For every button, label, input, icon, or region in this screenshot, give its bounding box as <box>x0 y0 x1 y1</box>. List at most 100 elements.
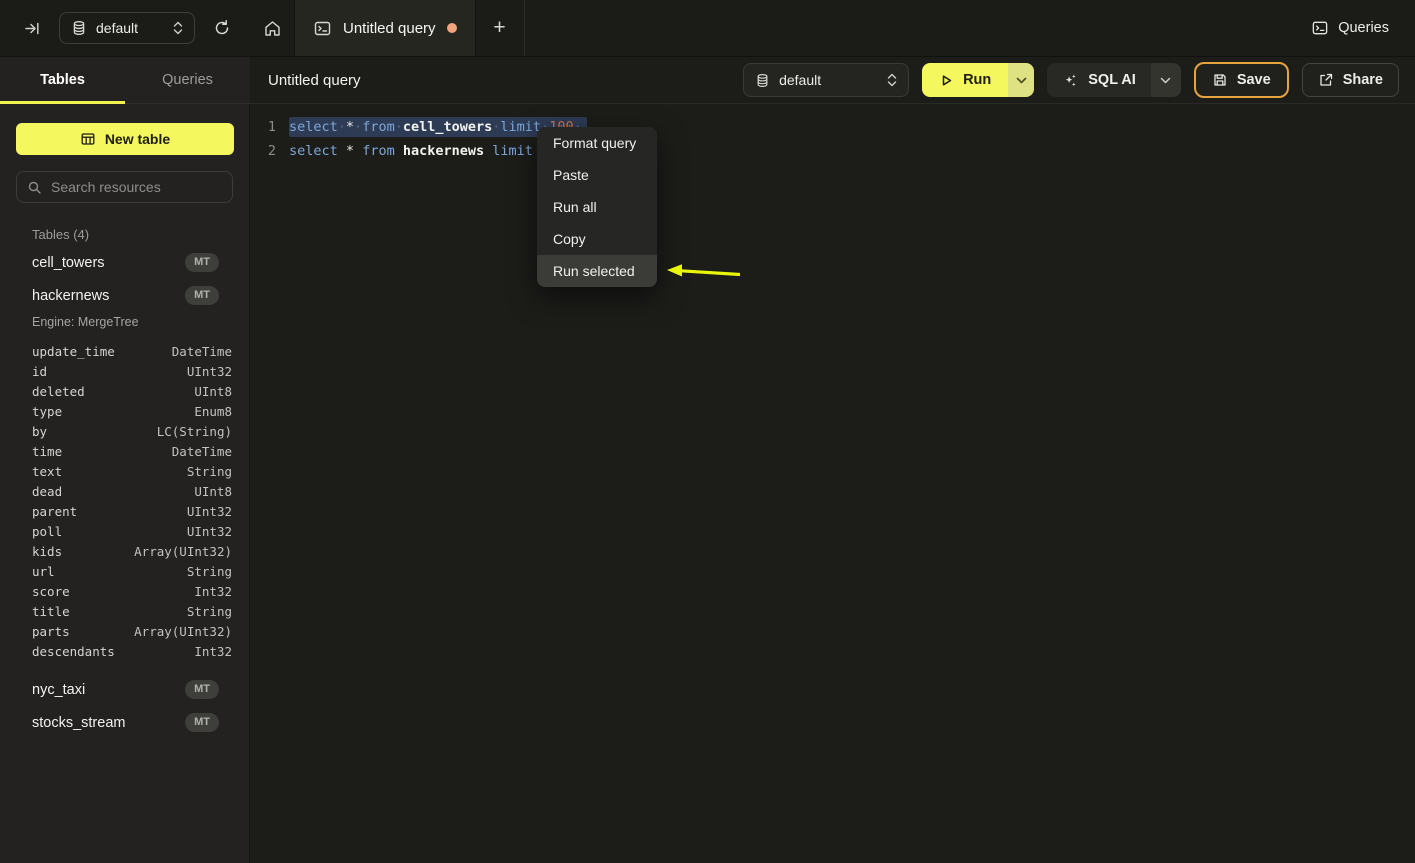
table-row[interactable]: cell_towersMT <box>0 246 249 279</box>
column-row: textString <box>0 461 249 481</box>
chevron-down-icon <box>1160 77 1171 84</box>
top-bar-left: default <box>0 0 250 56</box>
column-row: deadUInt8 <box>0 481 249 501</box>
code-token <box>395 143 403 159</box>
run-button[interactable]: Run <box>922 63 1008 97</box>
save-label: Save <box>1237 72 1271 88</box>
column-name: parent <box>32 504 77 519</box>
sidebar-tab-tables[interactable]: Tables <box>0 57 125 103</box>
database-selector-value: default <box>779 72 821 88</box>
menu-item[interactable]: Copy <box>537 223 657 255</box>
tab-title: Untitled query <box>343 20 436 37</box>
editor-toolbar: default Run <box>743 62 1399 98</box>
code-line[interactable]: 1select·*·from·cell_towers·limit·100· <box>250 115 1415 139</box>
database-selector-top[interactable]: default <box>59 12 195 44</box>
tab-untitled-query[interactable]: Untitled query <box>294 0 476 56</box>
database-selector-value: default <box>96 20 138 36</box>
external-link-icon <box>1318 72 1334 88</box>
column-name: deleted <box>32 384 85 399</box>
share-label: Share <box>1343 72 1383 88</box>
line-number: 1 <box>250 119 276 135</box>
column-name: score <box>32 584 70 599</box>
engine-badge: MT <box>185 253 219 272</box>
run-options-button[interactable] <box>1008 63 1034 97</box>
queries-terminal-icon <box>1311 19 1329 37</box>
column-row: urlString <box>0 561 249 581</box>
column-name: kids <box>32 544 62 559</box>
table-row[interactable]: stocks_streamMT <box>0 706 249 739</box>
menu-item[interactable]: Run all <box>537 191 657 223</box>
code-token: from <box>362 143 395 159</box>
updown-chevron-icon <box>173 21 183 35</box>
run-button-group: Run <box>922 63 1034 97</box>
column-row: update_timeDateTime <box>0 341 249 361</box>
column-row: timeDateTime <box>0 441 249 461</box>
refresh-button[interactable] <box>208 14 236 42</box>
context-menu: Format queryPasteRun allCopyRun selected <box>537 127 657 287</box>
tabstrip-divider <box>524 0 525 56</box>
run-label: Run <box>963 72 991 88</box>
sidebar-tab-queries-label: Queries <box>162 72 213 88</box>
code-token: cell_towers <box>403 119 492 135</box>
table-name: nyc_taxi <box>32 682 85 698</box>
column-type: String <box>187 464 232 479</box>
menu-item[interactable]: Format query <box>537 127 657 159</box>
column-name: title <box>32 604 70 619</box>
code-token: select <box>289 143 338 159</box>
column-row: by LC(String) <box>0 421 249 441</box>
search-input[interactable] <box>51 179 232 195</box>
column-type: Array(UInt32) <box>134 544 232 559</box>
column-type: DateTime <box>172 344 232 359</box>
new-tab-button[interactable]: + <box>476 0 524 56</box>
column-type: UInt32 <box>187 364 232 379</box>
column-type: UInt8 <box>194 384 232 399</box>
column-type: Int32 <box>194 584 232 599</box>
line-number: 2 <box>250 143 276 159</box>
column-type: UInt32 <box>187 504 232 519</box>
code-token: select <box>289 119 338 135</box>
menu-item[interactable]: Run selected <box>537 255 657 287</box>
sidebar-tabs: Tables Queries <box>0 57 250 104</box>
sql-editor[interactable]: 1select·*·from·cell_towers·limit·100·2se… <box>250 104 1415 863</box>
queries-button[interactable]: Queries <box>1311 0 1415 56</box>
table-name: stocks_stream <box>32 715 125 731</box>
sidebar-tab-queries[interactable]: Queries <box>125 57 250 103</box>
refresh-icon <box>213 19 231 37</box>
database-icon <box>71 20 87 36</box>
new-table-button[interactable]: New table <box>16 123 234 155</box>
new-table-label: New table <box>105 131 170 147</box>
save-button[interactable]: Save <box>1194 62 1289 98</box>
sql-ai-button[interactable]: SQL AI <box>1047 63 1151 97</box>
home-button[interactable] <box>250 0 294 56</box>
database-selector-editor[interactable]: default <box>743 63 909 97</box>
column-row: pollUInt32 <box>0 521 249 541</box>
column-type: LC(String) <box>157 424 232 439</box>
code-line[interactable]: 2select * from hackernews limit <box>250 139 1415 163</box>
sparkles-icon <box>1062 72 1079 89</box>
column-name: by <box>32 424 47 439</box>
updown-chevron-icon <box>887 73 897 87</box>
editor-header: Untitled query default <box>250 57 1415 104</box>
code-token: · <box>354 119 362 135</box>
column-name: type <box>32 404 62 419</box>
chevron-down-icon <box>1016 77 1027 84</box>
save-icon <box>1212 72 1228 88</box>
column-row: deleted UInt8 <box>0 381 249 401</box>
engine-badge: MT <box>185 286 219 305</box>
column-row: partsArray(UInt32) <box>0 621 249 641</box>
table-row[interactable]: nyc_taxi MT <box>0 673 249 706</box>
column-row: kids Array(UInt32) <box>0 541 249 561</box>
column-type: String <box>187 564 232 579</box>
code-token: limit <box>492 143 533 159</box>
menu-item[interactable]: Paste <box>537 159 657 191</box>
column-row: title String <box>0 601 249 621</box>
engine-badge: MT <box>185 680 219 699</box>
column-type: String <box>187 604 232 619</box>
table-row[interactable]: hackernews MT <box>0 279 249 312</box>
share-button[interactable]: Share <box>1302 63 1399 97</box>
code-token <box>338 143 346 159</box>
sql-ai-options-button[interactable] <box>1151 63 1181 97</box>
collapse-sidebar-button[interactable] <box>18 14 46 42</box>
code-token <box>354 143 362 159</box>
table-name: hackernews <box>32 288 109 304</box>
